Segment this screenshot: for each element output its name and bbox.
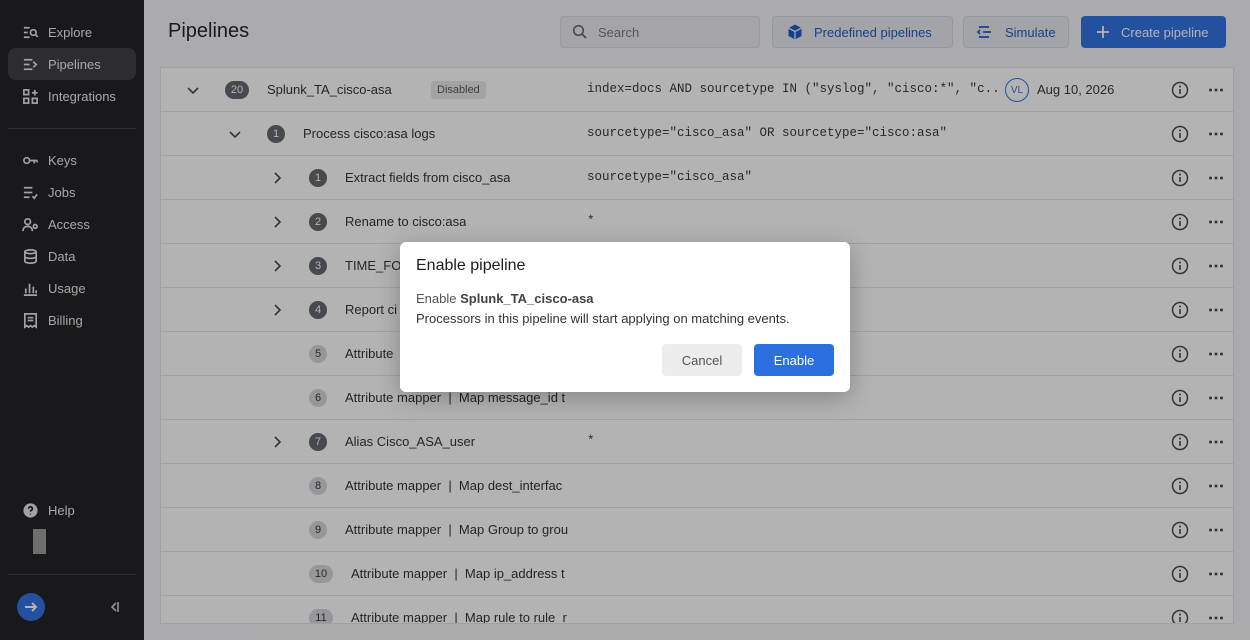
dialog-message: Processors in this pipeline will start a… [416, 311, 790, 326]
dialog-target: Enable Splunk_TA_cisco-asa [416, 291, 594, 306]
enable-pipeline-dialog: Enable pipeline Enable Splunk_TA_cisco-a… [400, 242, 850, 392]
dialog-title: Enable pipeline [416, 257, 526, 274]
dialog-prefix: Enable [416, 291, 457, 306]
cancel-button[interactable]: Cancel [662, 344, 742, 376]
enable-button[interactable]: Enable [754, 344, 834, 376]
dialog-pipeline-name: Splunk_TA_cisco-asa [460, 291, 594, 306]
